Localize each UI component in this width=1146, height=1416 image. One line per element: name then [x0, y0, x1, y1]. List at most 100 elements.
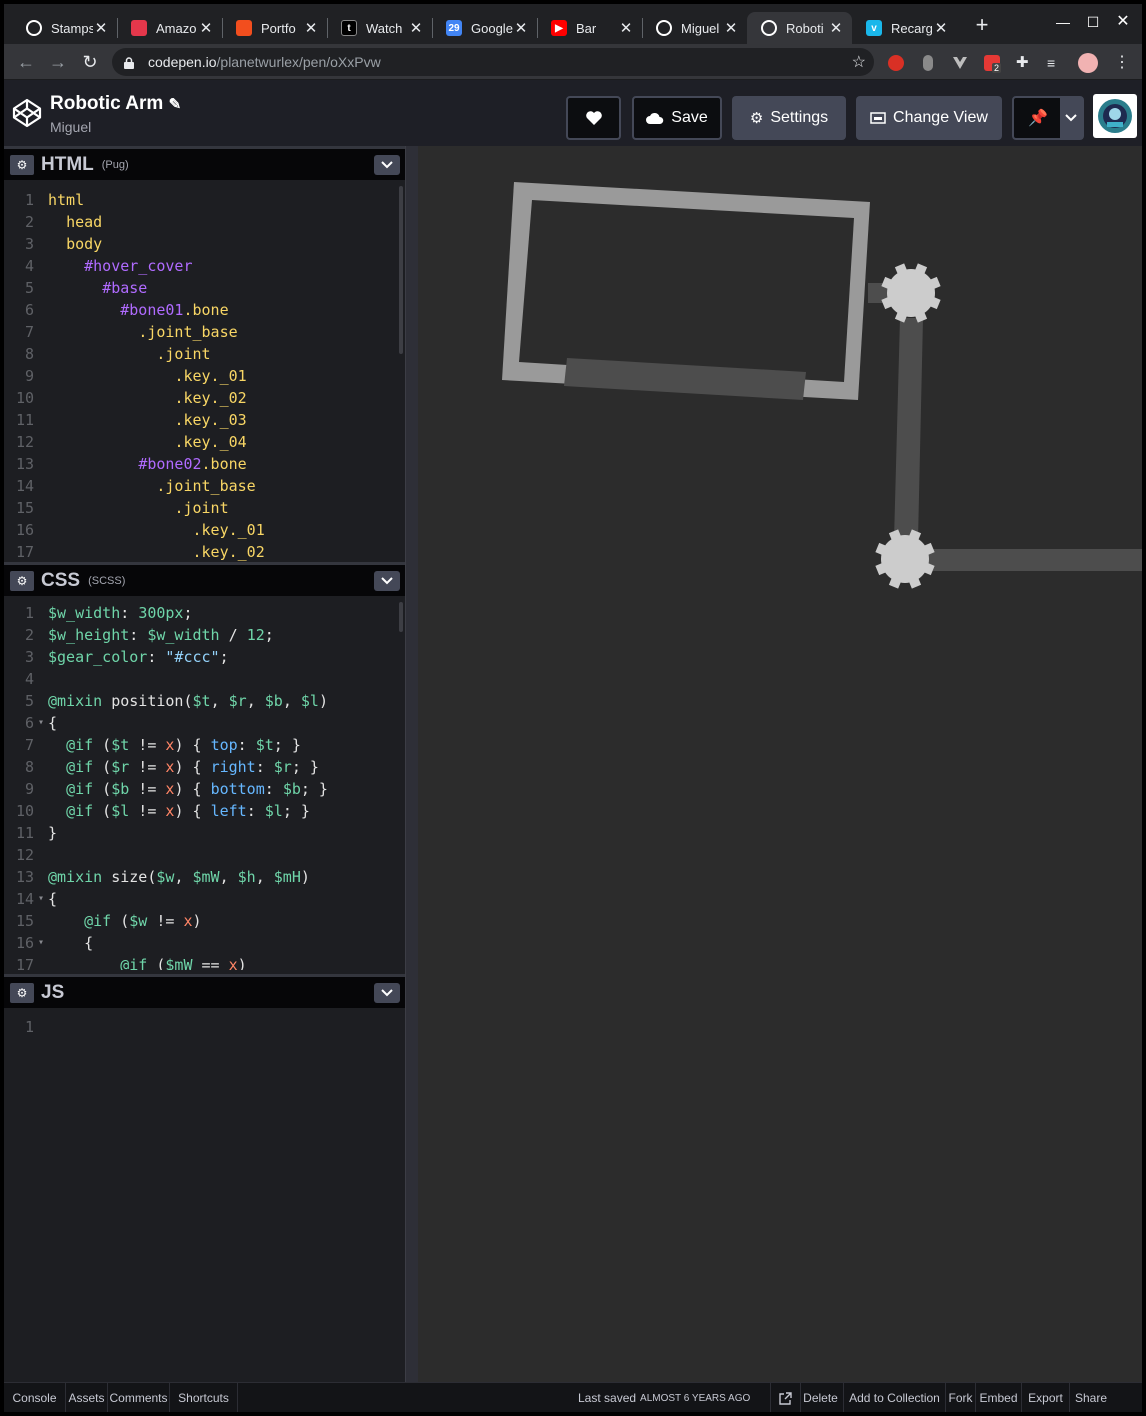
youtube-icon: ▶	[551, 20, 567, 36]
open-external-icon[interactable]	[770, 1383, 801, 1412]
tab-roboti[interactable]: Roboti ✕	[747, 12, 852, 44]
result-preview[interactable]	[418, 146, 1142, 1382]
tab-portfo[interactable]: Portfo ✕	[222, 12, 327, 44]
new-tab-button[interactable]: +	[970, 14, 994, 38]
html-editor-dropdown-chevron-icon[interactable]	[374, 155, 400, 175]
fold-arrow-icon[interactable]: ▾	[38, 888, 44, 910]
code-token: .key._01	[192, 521, 265, 539]
extension-gray-icon[interactable]	[923, 55, 933, 71]
address-bar[interactable]: codepen.io/planetwurlex/pen/oXxPvw ☆	[112, 48, 874, 76]
tab-watch[interactable]: t Watch ✕	[327, 12, 432, 44]
tab-close-icon[interactable]: ✕	[408, 19, 424, 37]
code-token: #bone02	[138, 455, 202, 473]
maximize-button[interactable]: ☐	[1078, 10, 1108, 34]
profile-avatar[interactable]	[1078, 53, 1098, 73]
code-token: $w_width	[48, 604, 121, 622]
codepen-header: Robotic Arm ✎ Miguel Save ⚙ Settings Cha…	[4, 80, 1142, 146]
js-editor[interactable]: ⚙ JS 1	[4, 974, 405, 1382]
extensions-puzzle-icon[interactable]: ✚	[1016, 55, 1032, 71]
css-editor-dropdown-chevron-icon[interactable]	[374, 571, 400, 591]
js-settings-gear-icon[interactable]: ⚙	[10, 982, 34, 1003]
footer-assets-button[interactable]: Assets	[66, 1383, 108, 1412]
footer-fork-button[interactable]: Fork	[946, 1383, 976, 1412]
footer-bar: Last saved ALMOST 6 YEARS AGO Console Ass…	[4, 1382, 1142, 1412]
codepen-logo-icon[interactable]	[12, 98, 42, 133]
footer-share-button[interactable]: Share	[1070, 1383, 1112, 1412]
footer-export-button[interactable]: Export	[1022, 1383, 1070, 1412]
browser-menu-icon[interactable]: ⋮	[1114, 55, 1130, 71]
js-editor-dropdown-chevron-icon[interactable]	[374, 983, 400, 1003]
bookmark-star-icon[interactable]: ☆	[852, 52, 866, 72]
code-text: .key._02	[34, 387, 246, 409]
line-number: 7	[24, 323, 34, 341]
tab-recarg[interactable]: v Recarg ✕	[852, 12, 957, 44]
tab-bar[interactable]: ▶ Bar ✕	[537, 12, 642, 44]
settings-button[interactable]: ⚙ Settings	[732, 96, 846, 140]
footer-shortcuts-button[interactable]: Shortcuts	[170, 1383, 238, 1412]
tab-close-icon[interactable]: ✕	[723, 19, 739, 37]
tab-google[interactable]: 29 Google ✕	[432, 12, 537, 44]
love-button[interactable]	[566, 96, 621, 140]
tab-stamps[interactable]: Stamps ✕	[12, 12, 117, 44]
footer-console-button[interactable]: Console	[4, 1383, 66, 1412]
js-code-area[interactable]: 1	[4, 1008, 405, 1382]
forward-button[interactable]: →	[46, 50, 70, 74]
css-scrollbar[interactable]	[399, 602, 403, 632]
extension-adblock-icon[interactable]	[888, 55, 904, 71]
save-button[interactable]: Save	[632, 96, 722, 140]
html-code-area[interactable]: 1 html 2 head 3 body 4 #hover_cover 5 #base 6 …	[4, 180, 405, 562]
fold-arrow-icon[interactable]: ▾	[38, 712, 44, 734]
tab-amazo[interactable]: Amazo ✕	[117, 12, 222, 44]
gear-joint-01[interactable]	[881, 263, 941, 323]
code-line: 11 .key._03	[4, 409, 405, 431]
tab-close-icon[interactable]: ✕	[513, 19, 529, 37]
close-window-button[interactable]: ✕	[1108, 10, 1138, 34]
edit-pencil-icon[interactable]: ✎	[169, 96, 182, 113]
pen-title[interactable]: Robotic Arm ✎	[50, 93, 181, 115]
footer-comments-button[interactable]: Comments	[108, 1383, 170, 1412]
change-view-button[interactable]: Change View	[856, 96, 1002, 140]
html-editor[interactable]: ⚙ HTML (Pug) 1 html 2 head 3 body 4 #hover_c…	[4, 146, 405, 562]
footer-embed-button[interactable]: Embed	[976, 1383, 1022, 1412]
footer-delete-button[interactable]: Delete	[798, 1383, 844, 1412]
css-code-area[interactable]: 1 $w_width: 300px; 2 $w_height: $w_width / …	[4, 596, 405, 970]
url-path: /planetwurlex/pen/oXxPvw	[216, 54, 381, 70]
fold-arrow-icon[interactable]: ▾	[38, 932, 44, 954]
back-button[interactable]: ←	[14, 50, 38, 74]
pin-button[interactable]: 📌	[1012, 96, 1084, 140]
tab-close-icon[interactable]: ✕	[618, 19, 634, 37]
tab-close-icon[interactable]: ✕	[303, 19, 319, 37]
code-token: 12	[246, 626, 265, 644]
code-token: $mH	[273, 868, 301, 886]
pen-author[interactable]: Miguel	[50, 119, 91, 135]
html-settings-gear-icon[interactable]: ⚙	[10, 154, 34, 175]
footer-add-to-collection-button[interactable]: Add to Collection	[844, 1383, 946, 1412]
line-number: 13	[15, 868, 34, 886]
media-control-icon[interactable]: ≡	[1047, 55, 1063, 71]
tab-close-icon[interactable]: ✕	[933, 19, 949, 37]
tab-close-icon[interactable]: ✕	[828, 19, 844, 37]
code-line: 12 .key._04	[4, 431, 405, 453]
code-token: $r	[273, 758, 292, 776]
gear-joint-02[interactable]	[875, 529, 935, 589]
code-token: bottom	[210, 780, 265, 798]
code-token: $h	[237, 868, 256, 886]
robotic-arm-drawing	[502, 182, 1142, 589]
code-token: {	[48, 890, 58, 908]
pin-dropdown-chevron-icon[interactable]	[1060, 98, 1082, 138]
extension-calendar-icon[interactable]: 2	[984, 55, 1002, 73]
extension-vue-icon[interactable]	[952, 55, 968, 71]
minimize-button[interactable]: —	[1048, 10, 1078, 34]
tab-miguel[interactable]: Miguel ✕	[642, 12, 747, 44]
code-token: (	[147, 956, 166, 970]
tab-title: Stamps	[51, 20, 93, 36]
user-avatar[interactable]	[1093, 94, 1137, 138]
css-editor[interactable]: ⚙ CSS (SCSS) 1 $w_width: 300px; 2 $w_height…	[4, 562, 405, 974]
css-settings-gear-icon[interactable]: ⚙	[10, 570, 34, 591]
tab-close-icon[interactable]: ✕	[198, 19, 214, 37]
reload-button[interactable]: ↻	[78, 50, 102, 74]
tab-close-icon[interactable]: ✕	[93, 19, 109, 37]
editor-resize-handle[interactable]	[405, 146, 418, 1382]
code-line: 8 .joint	[4, 343, 405, 365]
html-scrollbar[interactable]	[399, 186, 403, 354]
